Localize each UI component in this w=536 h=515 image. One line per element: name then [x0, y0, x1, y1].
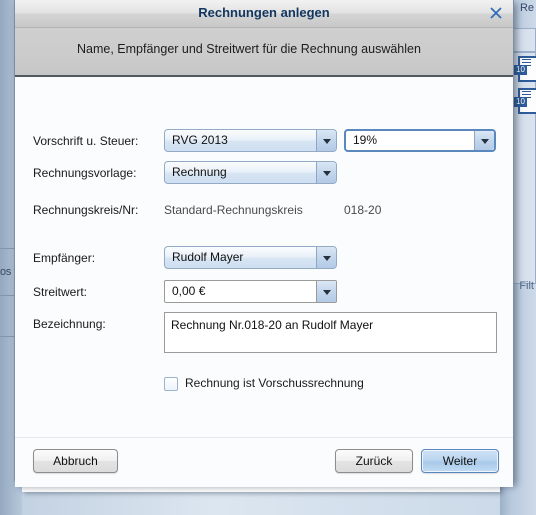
chevron-down-icon[interactable]	[316, 247, 336, 268]
document-count-badge: 10	[514, 65, 527, 75]
chevron-down-icon[interactable]	[316, 162, 336, 183]
background-right-title: Re	[519, 2, 534, 14]
dialog-subtitle-band: Name, Empfänger und Streitwert für die R…	[15, 28, 513, 77]
steuer-value: 19%	[353, 133, 378, 147]
label-rechnungsvorlage: Rechnungsvorlage:	[33, 166, 137, 180]
vorschussrechnung-checkbox[interactable]	[164, 377, 178, 391]
vorschrift-combobox[interactable]: RVG 2013	[164, 129, 337, 152]
filter-label: Filt	[519, 280, 534, 292]
streitwert-value: 0,00 €	[172, 284, 206, 298]
bezeichnung-value: Rechnung Nr.018-20 an Rudolf Mayer	[171, 318, 374, 332]
chevron-down-icon[interactable]	[474, 131, 494, 150]
vorschrift-value: RVG 2013	[172, 133, 228, 147]
next-button[interactable]: Weiter	[421, 449, 499, 473]
document-count-badge: 10	[514, 97, 527, 107]
empfaenger-value: Rudolf Mayer	[172, 250, 244, 264]
steuer-combobox[interactable]: 19%	[344, 129, 496, 152]
dialog-button-bar: Abbruch Zurück Weiter	[15, 437, 513, 487]
label-bezeichnung: Bezeichnung:	[33, 317, 106, 331]
label-rechnungskreis: Rechnungskreis/Nr:	[33, 203, 139, 217]
bezeichnung-textarea[interactable]: Rechnung Nr.018-20 an Rudolf Mayer	[164, 312, 497, 353]
dialog-titlebar[interactable]: Rechnungen anlegen	[15, 0, 513, 28]
rechnungsnummer-value: 018-20	[344, 203, 382, 217]
rechnungsvorlage-combobox[interactable]: Rechnung	[164, 161, 337, 184]
dialog-body: Vorschrift u. Steuer: RVG 2013 19% Rechn…	[15, 77, 513, 437]
label-empfaenger: Empfänger:	[33, 251, 96, 265]
document-icon[interactable]: 10	[514, 88, 536, 114]
empfaenger-combobox[interactable]: Rudolf Mayer	[164, 246, 337, 269]
dialog-subtitle: Name, Empfänger und Streitwert für die R…	[77, 42, 421, 56]
dialog-title: Rechnungen anlegen	[198, 5, 330, 20]
chevron-down-icon[interactable]	[316, 130, 336, 151]
label-streitwert: Streitwert:	[33, 285, 88, 299]
invoice-create-dialog: Rechnungen anlegen Name, Empfänger und S…	[14, 0, 514, 487]
streitwert-combobox[interactable]: 0,00 €	[164, 280, 337, 303]
rechnungsvorlage-value: Rechnung	[172, 165, 227, 179]
back-button[interactable]: Zurück	[335, 449, 413, 473]
background-left-label: os	[0, 266, 12, 278]
document-icon[interactable]: 10	[514, 56, 536, 82]
rechnungskreis-value: Standard-Rechnungskreis	[164, 203, 303, 217]
close-icon[interactable]	[488, 5, 504, 21]
chevron-down-icon[interactable]	[316, 281, 336, 302]
cancel-button[interactable]: Abbruch	[33, 449, 118, 473]
label-vorschrift-steuer: Vorschrift u. Steuer:	[33, 134, 139, 148]
vorschussrechnung-label[interactable]: Rechnung ist Vorschussrechnung	[185, 376, 364, 390]
